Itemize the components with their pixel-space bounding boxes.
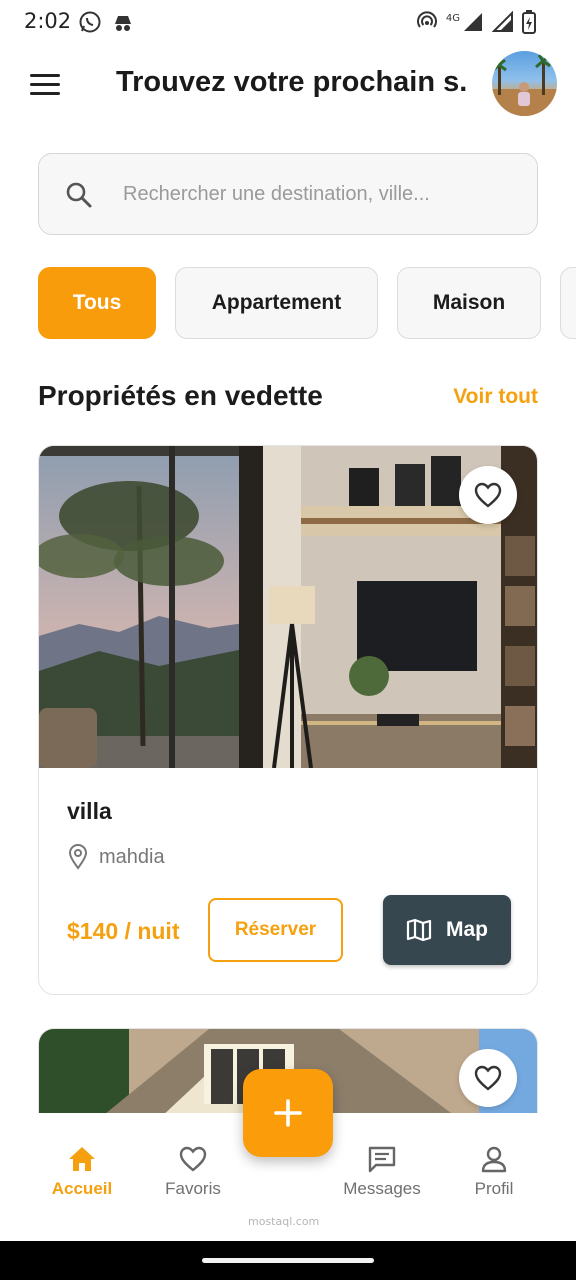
- property-price: $140 / nuit: [67, 918, 180, 944]
- nav-messages[interactable]: Messages: [327, 1145, 437, 1199]
- app-bar: Trouvez votre prochain s...: [0, 44, 576, 124]
- filter-chip-tous[interactable]: Tous: [38, 267, 156, 339]
- heart-icon: [474, 1065, 502, 1091]
- gesture-handle[interactable]: [202, 1258, 374, 1263]
- nav-home[interactable]: Accueil: [27, 1145, 137, 1199]
- page-title: Trouvez votre prochain s...: [116, 66, 466, 98]
- filter-chip-more[interactable]: [560, 267, 576, 339]
- section-title: Propriétés en vedette: [38, 380, 323, 411]
- add-button[interactable]: [243, 1069, 333, 1157]
- menu-icon[interactable]: [22, 66, 66, 102]
- favorite-button[interactable]: [459, 466, 517, 524]
- network-type: 4G: [445, 12, 460, 24]
- search-bar: [38, 153, 538, 235]
- system-nav-bar: [0, 1241, 576, 1280]
- avatar[interactable]: [492, 51, 557, 116]
- property-name: villa: [67, 798, 112, 824]
- see-all-link[interactable]: Voir tout: [453, 385, 538, 409]
- status-bar: 2:02 4G: [0, 0, 576, 44]
- reserve-button[interactable]: Réserver: [208, 898, 343, 962]
- nav-home-label: Accueil: [51, 1179, 113, 1198]
- nav-messages-label: Messages: [343, 1179, 421, 1198]
- filter-chip-appartement[interactable]: Appartement: [175, 267, 378, 339]
- signal-icon-2: [492, 11, 513, 32]
- watermark: mostaql.com: [248, 1215, 320, 1228]
- nav-favorites[interactable]: Favoris: [138, 1145, 248, 1199]
- heart-icon: [474, 482, 502, 508]
- plus-icon: [274, 1099, 302, 1127]
- message-icon: [368, 1146, 396, 1173]
- battery-icon: [522, 10, 536, 34]
- location-pin-icon: [68, 844, 88, 870]
- nav-favorites-label: Favoris: [165, 1179, 221, 1198]
- status-time: 2:02: [24, 9, 72, 33]
- filter-chip-maison[interactable]: Maison: [397, 267, 541, 339]
- nav-profile-label: Profil: [474, 1179, 514, 1198]
- incognito-icon: [115, 16, 131, 31]
- favorite-button[interactable]: [459, 1049, 517, 1107]
- hotspot-icon: [416, 11, 437, 28]
- map-button-label: Map: [446, 918, 488, 941]
- search-input[interactable]: [123, 172, 523, 216]
- map-button[interactable]: Map: [383, 895, 511, 965]
- person-icon: [481, 1146, 507, 1173]
- home-icon: [69, 1147, 95, 1171]
- search-icon: [66, 182, 92, 208]
- whatsapp-icon: [79, 11, 101, 33]
- signal-icon: [464, 13, 482, 31]
- property-card[interactable]: villa mahdia $140 / nuit Réserver Map: [38, 445, 538, 995]
- nav-profile[interactable]: Profil: [439, 1145, 549, 1199]
- map-icon: [406, 918, 432, 942]
- heart-icon: [179, 1146, 207, 1172]
- property-location: mahdia: [99, 846, 165, 868]
